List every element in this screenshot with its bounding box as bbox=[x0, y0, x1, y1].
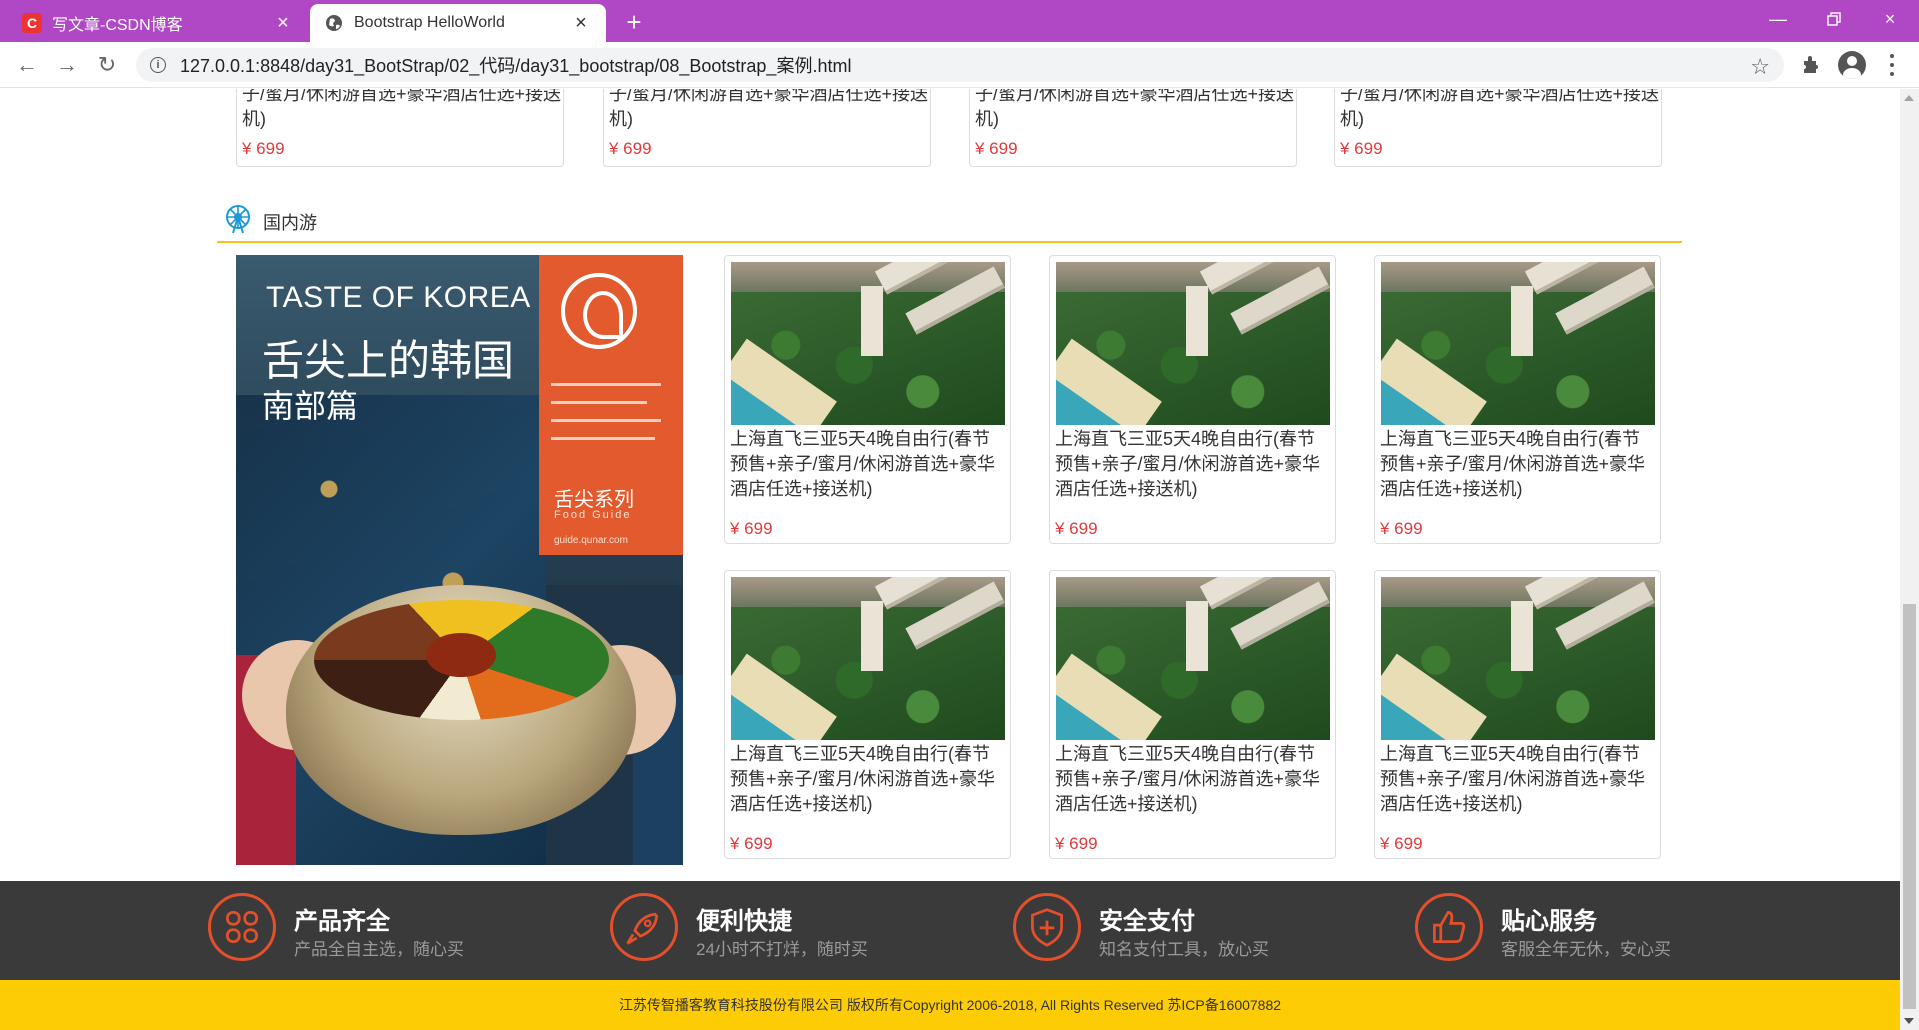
service-desc: 产品全自主选，随心买 bbox=[294, 940, 464, 959]
bookmark-star-icon[interactable]: ☆ bbox=[1750, 54, 1770, 80]
tab-csdn[interactable]: C 写文章-CSDN博客 × bbox=[8, 4, 308, 42]
product-card[interactable]: 子/蜜月/休闲游首选+豪华酒店任选+接送 机) ¥ 699 bbox=[1334, 89, 1662, 167]
grid-icon bbox=[208, 893, 276, 961]
hotel-thumbnail[interactable] bbox=[1381, 577, 1655, 740]
product-card[interactable]: 上海直飞三亚5天4晚自由行(春节预售+亲子/蜜月/休闲游首选+豪华酒店任选+接送… bbox=[724, 570, 1011, 859]
close-window-button[interactable]: × bbox=[1862, 0, 1918, 38]
service-item: 安全支付 知名支付工具，放心买 bbox=[1013, 893, 1313, 969]
product-title-partial: 子/蜜月/休闲游首选+豪华酒店任选+接送 bbox=[242, 89, 562, 104]
extensions-icon[interactable] bbox=[1800, 54, 1822, 76]
poster-site: guide.qunar.com bbox=[554, 535, 628, 546]
poster-subtitle: 南部篇 bbox=[262, 388, 359, 424]
info-icon[interactable]: i bbox=[150, 57, 166, 73]
hotel-thumbnail[interactable] bbox=[731, 577, 1005, 740]
more-menu-icon[interactable] bbox=[1882, 52, 1902, 78]
poster-en-title: TASTE OF KOREA bbox=[266, 281, 531, 314]
url-text[interactable]: 127.0.0.1:8848/day31_BootStrap/02_代码/day… bbox=[180, 52, 851, 78]
service-item: 贴心服务 客服全年无休，安心买 bbox=[1415, 893, 1715, 969]
service-desc: 知名支付工具，放心买 bbox=[1099, 940, 1269, 959]
poster-cn-title: 舌尖上的韩国 bbox=[262, 337, 515, 384]
product-title-partial: 子/蜜月/休闲游首选+豪华酒店任选+接送 bbox=[975, 89, 1295, 104]
scrollbar-thumb[interactable] bbox=[1903, 604, 1916, 1009]
service-title: 安全支付 bbox=[1099, 908, 1195, 935]
thumbs-up-icon bbox=[1415, 893, 1483, 961]
product-price: ¥ 699 bbox=[1380, 834, 1423, 853]
profile-avatar-icon[interactable] bbox=[1838, 51, 1866, 79]
service-desc: 24小时不打烊，随时买 bbox=[696, 940, 868, 959]
scroll-down-icon[interactable] bbox=[1904, 1018, 1914, 1024]
product-card[interactable]: 子/蜜月/休闲游首选+豪华酒店任选+接送 机) ¥ 699 bbox=[969, 89, 1297, 167]
product-price: ¥ 699 bbox=[1055, 834, 1098, 853]
product-price: ¥ 699 bbox=[1055, 519, 1098, 538]
product-title-partial: 子/蜜月/休闲游首选+豪华酒店任选+接送 bbox=[609, 89, 929, 104]
scroll-up-icon[interactable] bbox=[1904, 95, 1914, 101]
product-title-partial: 子/蜜月/休闲游首选+豪华酒店任选+接送 bbox=[1340, 89, 1660, 104]
product-card[interactable]: 上海直飞三亚5天4晚自由行(春节预售+亲子/蜜月/休闲游首选+豪华酒店任选+接送… bbox=[1049, 570, 1336, 859]
product-title[interactable]: 上海直飞三亚5天4晚自由行(春节预售+亲子/蜜月/休闲游首选+豪华酒店任选+接送… bbox=[730, 742, 1005, 817]
copyright-footer: 江苏传智播客教育科技股份有限公司 版权所有Copyright 2006-2018… bbox=[0, 980, 1900, 1030]
product-price: ¥ 699 bbox=[975, 139, 1018, 158]
product-price: ¥ 699 bbox=[730, 519, 773, 538]
hotel-thumbnail[interactable] bbox=[1056, 262, 1330, 425]
reload-icon[interactable]: ↻ bbox=[92, 50, 122, 80]
product-card[interactable]: 上海直飞三亚5天4晚自由行(春节预售+亲子/蜜月/休闲游首选+豪华酒店任选+接送… bbox=[1049, 255, 1336, 544]
section-title: 国内游 bbox=[263, 213, 317, 233]
promo-poster[interactable]: 舌尖系列 Food Guide guide.qunar.com TASTE OF… bbox=[236, 255, 683, 865]
service-desc: 客服全年无休，安心买 bbox=[1501, 940, 1671, 959]
service-item: 产品齐全 产品全自主选，随心买 bbox=[208, 893, 508, 969]
service-title: 产品齐全 bbox=[294, 908, 390, 935]
product-card[interactable]: 子/蜜月/休闲游首选+豪华酒店任选+接送 机) ¥ 699 bbox=[603, 89, 931, 167]
product-title[interactable]: 上海直飞三亚5天4晚自由行(春节预售+亲子/蜜月/休闲游首选+豪华酒店任选+接送… bbox=[1380, 427, 1655, 502]
services-bar: 产品齐全 产品全自主选，随心买 便利快捷 24小时不打烊，随时买 安全支付 知名… bbox=[0, 881, 1900, 980]
hotel-thumbnail[interactable] bbox=[731, 262, 1005, 425]
browser-toolbar: ← → ↻ i 127.0.0.1:8848/day31_BootStrap/0… bbox=[0, 42, 1919, 88]
tab-title: Bootstrap HelloWorld bbox=[354, 14, 505, 31]
poster-series: 舌尖系列 bbox=[554, 489, 634, 511]
new-tab-button[interactable]: + bbox=[618, 7, 650, 37]
service-item: 便利快捷 24小时不打烊，随时买 bbox=[610, 893, 910, 969]
tab-strip: C 写文章-CSDN博客 × Bootstrap HelloWorld × + … bbox=[0, 0, 1919, 42]
hotel-thumbnail[interactable] bbox=[1381, 262, 1655, 425]
forward-icon[interactable]: → bbox=[52, 50, 82, 80]
product-price: ¥ 699 bbox=[1340, 139, 1383, 158]
product-price: ¥ 699 bbox=[609, 139, 652, 158]
product-title[interactable]: 上海直飞三亚5天4晚自由行(春节预售+亲子/蜜月/休闲游首选+豪华酒店任选+接送… bbox=[730, 427, 1005, 502]
minimize-button[interactable]: — bbox=[1750, 0, 1806, 38]
service-title: 便利快捷 bbox=[696, 908, 792, 935]
restore-button[interactable] bbox=[1806, 0, 1862, 38]
close-icon[interactable]: × bbox=[272, 12, 294, 34]
csdn-icon: C bbox=[22, 13, 42, 33]
product-title-end: 机) bbox=[609, 109, 633, 129]
section-header: 国内游 bbox=[217, 199, 1682, 243]
poster-series-en: Food Guide bbox=[554, 509, 632, 521]
tab-title: 写文章-CSDN博客 bbox=[52, 17, 183, 34]
hotel-thumbnail[interactable] bbox=[1056, 577, 1330, 740]
product-price: ¥ 699 bbox=[1380, 519, 1423, 538]
back-icon[interactable]: ← bbox=[12, 50, 42, 80]
product-card[interactable]: 上海直飞三亚5天4晚自由行(春节预售+亲子/蜜月/休闲游首选+豪华酒店任选+接送… bbox=[1374, 570, 1661, 859]
product-title[interactable]: 上海直飞三亚5天4晚自由行(春节预售+亲子/蜜月/休闲游首选+豪华酒店任选+接送… bbox=[1055, 427, 1330, 502]
service-title: 贴心服务 bbox=[1501, 908, 1597, 935]
ferris-wheel-icon bbox=[226, 205, 250, 234]
product-card[interactable]: 上海直飞三亚5天4晚自由行(春节预售+亲子/蜜月/休闲游首选+豪华酒店任选+接送… bbox=[724, 255, 1011, 544]
page-viewport: 子/蜜月/休闲游首选+豪华酒店任选+接送 机) ¥ 699 子/蜜月/休闲游首选… bbox=[0, 89, 1900, 1030]
product-price: ¥ 699 bbox=[242, 139, 285, 158]
product-title[interactable]: 上海直飞三亚5天4晚自由行(春节预售+亲子/蜜月/休闲游首选+豪华酒店任选+接送… bbox=[1055, 742, 1330, 817]
close-icon[interactable]: × bbox=[570, 12, 592, 34]
shield-icon bbox=[1013, 893, 1081, 961]
tab-bootstrap[interactable]: Bootstrap HelloWorld × bbox=[310, 4, 606, 42]
product-title-end: 机) bbox=[975, 109, 999, 129]
product-title[interactable]: 上海直飞三亚5天4晚自由行(春节预售+亲子/蜜月/休闲游首选+豪华酒店任选+接送… bbox=[1380, 742, 1655, 817]
product-card[interactable]: 上海直飞三亚5天4晚自由行(春节预售+亲子/蜜月/休闲游首选+豪华酒店任选+接送… bbox=[1374, 255, 1661, 544]
product-price: ¥ 699 bbox=[730, 834, 773, 853]
qunar-logo-icon bbox=[561, 273, 637, 349]
rocket-icon bbox=[610, 893, 678, 961]
globe-icon bbox=[324, 13, 344, 33]
product-title-end: 机) bbox=[242, 109, 266, 129]
address-bar[interactable]: i 127.0.0.1:8848/day31_BootStrap/02_代码/d… bbox=[136, 48, 1784, 82]
product-title-end: 机) bbox=[1340, 109, 1364, 129]
page-scrollbar[interactable] bbox=[1900, 89, 1919, 1030]
product-card[interactable]: 子/蜜月/休闲游首选+豪华酒店任选+接送 机) ¥ 699 bbox=[236, 89, 564, 167]
